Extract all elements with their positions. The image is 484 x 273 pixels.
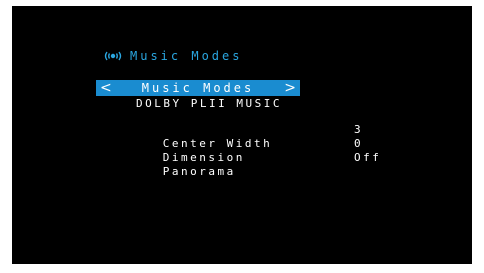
setting-value: Off [354, 151, 382, 164]
osd-screen: Music Modes < Music Modes > DOLBY PLII M… [12, 6, 472, 264]
setting-center-width[interactable]: Center Width 3 [108, 123, 398, 150]
menu-header: Music Modes [104, 48, 242, 64]
music-mode-selector[interactable]: < Music Modes > [96, 80, 300, 96]
previous-mode-arrow[interactable]: < [96, 80, 116, 96]
speaker-waves-icon [104, 51, 122, 61]
selector-label: Music Modes [141, 81, 255, 95]
setting-value: 3 [354, 123, 364, 136]
setting-dimension[interactable]: Dimension 0 [108, 137, 398, 164]
settings-list: Center Width 3 Dimension 0 Panorama Off [108, 123, 398, 178]
setting-label: Panorama [162, 165, 236, 178]
menu-title: Music Modes [130, 49, 243, 63]
setting-panorama[interactable]: Panorama Off [108, 151, 398, 178]
next-mode-arrow[interactable]: > [280, 80, 300, 96]
current-mode-label: DOLBY PLII MUSIC [136, 97, 282, 110]
setting-value: 0 [354, 137, 364, 150]
